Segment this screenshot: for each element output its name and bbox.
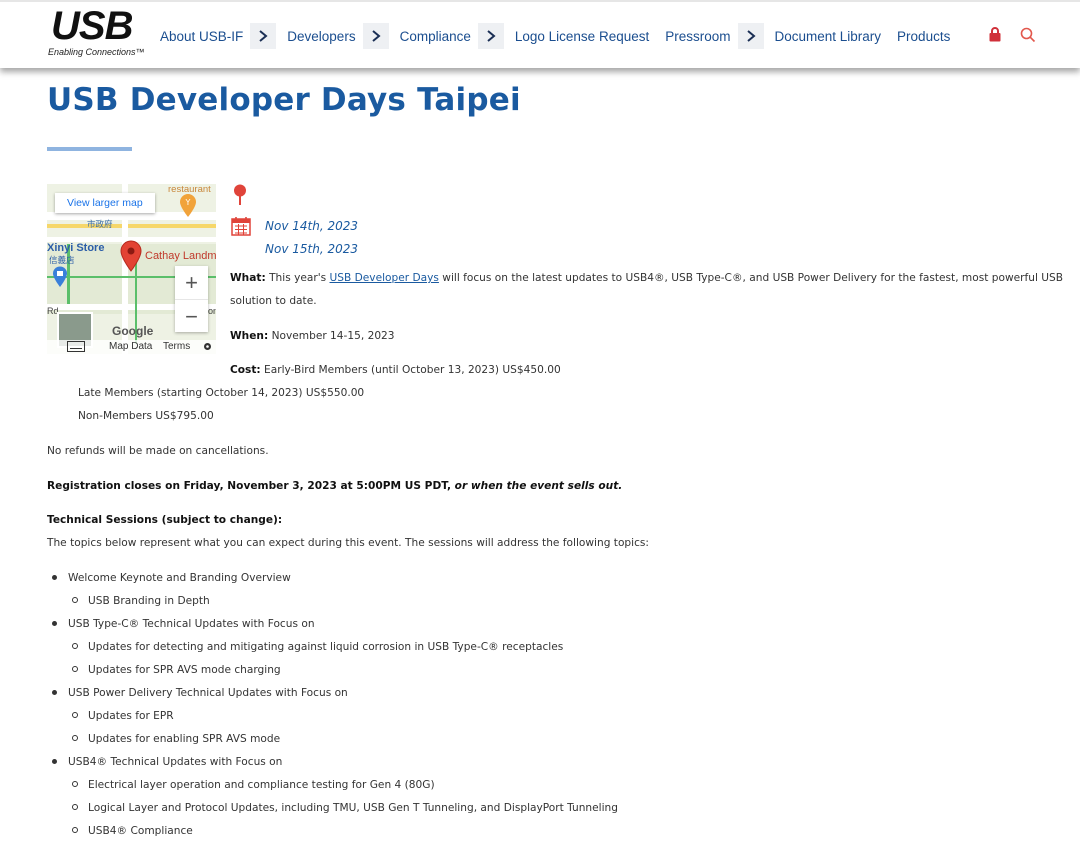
topic-subitem: Updates for enabling SPR AVS mode (88, 733, 281, 745)
sub-bullet-circle (72, 827, 78, 833)
nav-document-library[interactable]: Document Library (775, 29, 882, 44)
map-footer: Map Data Terms (47, 340, 216, 354)
site-header: USB Enabling Connections™ About USB-IF D… (0, 0, 1080, 68)
what-text-continued: solution to date. (230, 295, 317, 307)
view-larger-map-link[interactable]: View larger map (55, 193, 155, 213)
chevron-right-icon (746, 30, 756, 42)
cost-late-members: Late Members (starting October 14, 2023)… (78, 387, 365, 399)
cost-label: Cost: (230, 364, 261, 376)
sub-bullet-circle (72, 597, 78, 603)
map-label-city-hall: 市政府 (87, 219, 113, 229)
bullet-dot (52, 575, 57, 580)
map-data-link[interactable]: Map Data (109, 341, 152, 352)
page-title: USB Developer Days Taipei (47, 82, 521, 118)
location-marker-icon[interactable] (120, 240, 142, 277)
registration-notice: Registration closes on Friday, November … (47, 480, 622, 492)
search-icon[interactable] (1020, 27, 1036, 48)
sub-bullet-circle (72, 666, 78, 672)
keyboard-icon[interactable] (67, 341, 85, 354)
chevron-right-icon (487, 30, 496, 42)
topic-subitem: Updates for SPR AVS mode charging (88, 664, 281, 676)
svg-text:Y: Y (185, 198, 191, 207)
topic-subitem: Updates for EPR (88, 710, 174, 722)
sessions-heading: Technical Sessions (subject to change): (47, 514, 283, 526)
map-embed[interactable]: restaurant 市政府 Xinyi Store 信義店 Cathay La… (47, 184, 216, 354)
what-line: What: This year's USB Developer Days wil… (230, 272, 1063, 284)
store-pin-icon (52, 266, 68, 293)
event-date-2: Nov 15th, 2023 (265, 242, 358, 256)
nav-pressroom[interactable]: Pressroom (665, 29, 730, 44)
topic-subitem: USB Branding in Depth (88, 595, 210, 607)
nav-pressroom-arrow[interactable] (737, 23, 764, 49)
topic-item: Welcome Keynote and Branding Overview (68, 572, 291, 584)
google-logo: Google (112, 324, 154, 338)
topic-subitem: Updates for detecting and mitigating aga… (88, 641, 564, 653)
chevron-right-icon (259, 30, 268, 42)
settings-icon[interactable] (203, 342, 212, 354)
sub-bullet-circle (72, 781, 78, 787)
location-pin-icon (232, 184, 248, 211)
topic-subitem: Electrical layer operation and complianc… (88, 779, 435, 791)
map-label-xinyi-cn: 信義店 (49, 255, 75, 265)
lock-icon[interactable] (989, 27, 1001, 47)
logo-text: USB (51, 4, 133, 48)
sub-bullet-circle (72, 643, 78, 649)
restaurant-pin-icon: Y (179, 194, 197, 223)
logo-tagline: Enabling Connections™ (48, 47, 145, 57)
when-line: When: November 14-15, 2023 (230, 330, 395, 342)
calendar-icon (231, 216, 251, 241)
bullet-dot (52, 621, 57, 626)
cost-early-bird: Early-Bird Members (until October 13, 20… (264, 364, 561, 376)
zoom-in-button[interactable]: + (175, 266, 208, 299)
nav-developers-arrow[interactable] (362, 23, 389, 49)
when-value: November 14-15, 2023 (271, 330, 395, 342)
nav-logo-license-request[interactable]: Logo License Request (515, 29, 649, 44)
nav-developers[interactable]: Developers (287, 29, 355, 44)
topic-item: USB Type-C® Technical Updates with Focus… (68, 618, 315, 630)
topic-subitem: Logical Layer and Protocol Updates, incl… (88, 802, 618, 814)
topic-subitem: USB4® Compliance (88, 825, 193, 837)
map-label-cathay: Cathay Landm (145, 250, 216, 262)
map-road (47, 224, 216, 228)
registration-bold: Registration closes on Friday, November … (47, 480, 451, 492)
cost-non-members: Non-Members US$795.00 (78, 410, 214, 422)
sessions-intro: The topics below represent what you can … (47, 537, 650, 549)
zoom-out-button[interactable]: − (175, 299, 208, 333)
title-divider (47, 147, 132, 151)
bullet-dot (52, 690, 57, 695)
nav-compliance[interactable]: Compliance (400, 29, 471, 44)
sub-bullet-circle (72, 735, 78, 741)
what-label: What: (230, 272, 266, 284)
nav-about-usb-if[interactable]: About USB-IF (160, 29, 243, 44)
nav-about-usb-if-arrow[interactable] (250, 23, 277, 49)
what-text-post: will focus on the latest updates to USB4… (438, 272, 1064, 284)
map-label-xinyi-store: Xinyi Store (47, 242, 105, 254)
usb-logo[interactable]: USB Enabling Connections™ (48, 4, 148, 63)
map-terms-link[interactable]: Terms (163, 341, 190, 352)
no-refunds-text: No refunds will be made on cancellations… (47, 445, 269, 457)
usb-developer-days-link[interactable]: USB Developer Days (330, 272, 439, 284)
map-zoom-controls: + − (175, 266, 208, 332)
registration-italic: or when the event sells out. (450, 480, 623, 492)
sub-bullet-circle (72, 804, 78, 810)
sub-bullet-circle (72, 712, 78, 718)
chevron-right-icon (371, 30, 381, 42)
main-nav: About USB-IF Developers Compliance Logo … (160, 22, 950, 50)
what-text-pre: This year's (269, 272, 330, 284)
when-label: When: (230, 330, 269, 342)
nav-compliance-arrow[interactable] (477, 23, 504, 49)
cost-line: Cost: Early-Bird Members (until October … (230, 364, 561, 376)
bullet-dot (52, 759, 57, 764)
event-date-1: Nov 14th, 2023 (265, 219, 358, 233)
nav-products[interactable]: Products (897, 29, 950, 44)
map-label-on: on (208, 306, 216, 316)
topic-item: USB Power Delivery Technical Updates wit… (68, 687, 348, 699)
topic-item: USB4® Technical Updates with Focus on (68, 756, 283, 768)
